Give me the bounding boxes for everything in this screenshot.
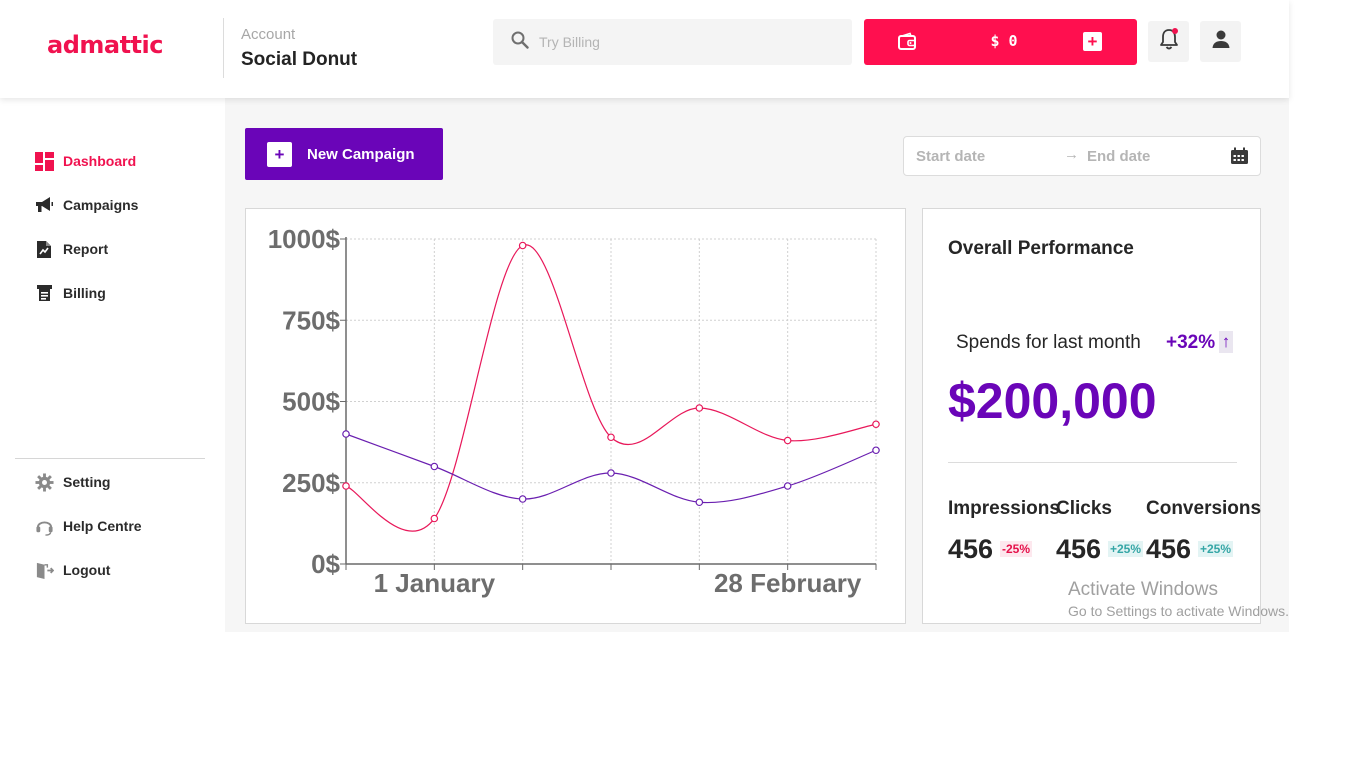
impressions-label: Impressions <box>948 498 1060 519</box>
performance-title: Overall Performance <box>948 238 1134 259</box>
search-icon <box>511 31 529 54</box>
end-date-input[interactable]: End date <box>1087 148 1150 165</box>
calendar-icon[interactable] <box>1230 147 1249 169</box>
y-tick-label: 0$ <box>311 549 340 579</box>
plus-icon: + <box>267 141 292 167</box>
windows-activation-title: Activate Windows <box>1068 579 1218 600</box>
series-point-1 <box>518 241 527 250</box>
sidebar: Dashboard Campaigns Report Billing Setti… <box>0 98 225 632</box>
sidebar-divider <box>15 458 205 459</box>
spend-label: Spends for last month <box>956 332 1141 353</box>
conversions-value: 456 <box>1146 534 1192 564</box>
account-name[interactable]: Social Donut <box>241 49 357 71</box>
sidebar-item-label: Dashboard <box>63 153 137 169</box>
app-window: admattic Account Social Donut $ 0 + <box>0 0 1289 632</box>
series-point-2 <box>607 469 615 477</box>
series-point-1 <box>695 404 704 412</box>
clicks-change-badge: +25% <box>1108 541 1144 557</box>
sidebar-item-help-centre[interactable]: Help Centre <box>34 516 142 536</box>
performance-divider <box>948 462 1237 463</box>
y-tick-label: 250$ <box>282 468 340 498</box>
windows-activation-subtitle: Go to Settings to activate Windows. <box>1068 603 1289 619</box>
x-tick-label: 1 January <box>374 568 496 598</box>
report-icon <box>34 239 54 259</box>
clicks-label: Clicks <box>1056 498 1112 519</box>
sidebar-item-dashboard[interactable]: Dashboard <box>34 151 136 171</box>
sidebar-item-setting[interactable]: Setting <box>34 472 110 492</box>
megaphone-icon <box>34 195 54 215</box>
gear-icon <box>34 472 54 492</box>
sidebar-item-label: Billing <box>63 285 106 301</box>
conversions-label: Conversions <box>1146 498 1262 519</box>
date-range-picker[interactable]: Start date → End date <box>903 136 1261 176</box>
bell-icon <box>1158 27 1180 56</box>
clicks-value: 456 <box>1056 534 1102 564</box>
top-bar: admattic Account Social Donut $ 0 + <box>0 0 1289 98</box>
account-label: Account <box>241 26 296 43</box>
series-point-1 <box>607 433 615 442</box>
spend-chart-card: 0$ 250$ 500$ 750$ 1000$ 1 January 28 February <box>245 208 906 624</box>
series-point-2 <box>695 498 704 507</box>
y-tick-label: 750$ <box>282 305 340 335</box>
spend-line-chart: 0$ 250$ 500$ 750$ 1000$ 1 January 28 February <box>268 224 880 598</box>
wallet-balance-button[interactable]: $ 0 + <box>864 19 1137 65</box>
start-date-input[interactable]: Start date <box>916 148 985 165</box>
brand-logo[interactable]: admattic <box>47 31 163 59</box>
add-funds-button[interactable]: + <box>1083 32 1102 51</box>
series-point-2 <box>872 446 880 455</box>
sidebar-item-label: Campaigns <box>63 197 139 213</box>
arrow-up-icon: ↑ <box>1219 331 1233 353</box>
conversions-change-badge: +25% <box>1198 541 1234 557</box>
sidebar-item-label: Logout <box>63 562 111 578</box>
y-tick-label: 1000$ <box>268 224 341 254</box>
sidebar-item-label: Setting <box>63 474 111 490</box>
series-point-2 <box>518 495 527 503</box>
sidebar-item-label: Help Centre <box>63 518 142 534</box>
y-tick-label: 500$ <box>282 387 340 417</box>
logout-icon <box>34 560 54 580</box>
headset-icon <box>34 516 54 536</box>
spend-change: +32% <box>1166 332 1216 353</box>
header-divider <box>223 18 224 78</box>
series-point-1 <box>430 514 439 523</box>
sidebar-item-label: Report <box>63 241 109 257</box>
sidebar-item-report[interactable]: Report <box>34 239 108 259</box>
user-icon <box>1211 29 1231 54</box>
series-point-1 <box>342 482 350 490</box>
new-campaign-label: New Campaign <box>307 145 415 163</box>
series-point-1 <box>872 420 880 429</box>
new-campaign-button[interactable]: + New Campaign <box>245 128 443 180</box>
sidebar-item-billing[interactable]: Billing <box>34 283 106 303</box>
series-point-1 <box>783 436 792 445</box>
notifications-button[interactable] <box>1148 21 1189 62</box>
search-bar[interactable] <box>493 19 852 65</box>
search-input[interactable] <box>539 34 819 50</box>
wallet-amount: $ 0 <box>990 32 1018 50</box>
series-point-2 <box>783 482 792 490</box>
range-arrow-icon: → <box>1064 146 1079 163</box>
wallet-icon <box>897 32 917 57</box>
spend-value: $200,000 <box>948 373 1157 429</box>
billing-icon <box>34 283 54 303</box>
user-profile-button[interactable] <box>1200 21 1241 62</box>
dashboard-icon <box>34 151 54 171</box>
series-point-2 <box>430 462 439 471</box>
series-point-2 <box>342 430 350 438</box>
sidebar-item-campaigns[interactable]: Campaigns <box>34 195 138 215</box>
performance-card: Overall Performance Spends for last mont… <box>922 208 1261 624</box>
x-tick-label: 28 February <box>714 568 862 598</box>
impressions-change-badge: -25% <box>1000 541 1033 557</box>
sidebar-item-logout[interactable]: Logout <box>34 560 110 580</box>
impressions-value: 456 <box>948 534 994 564</box>
